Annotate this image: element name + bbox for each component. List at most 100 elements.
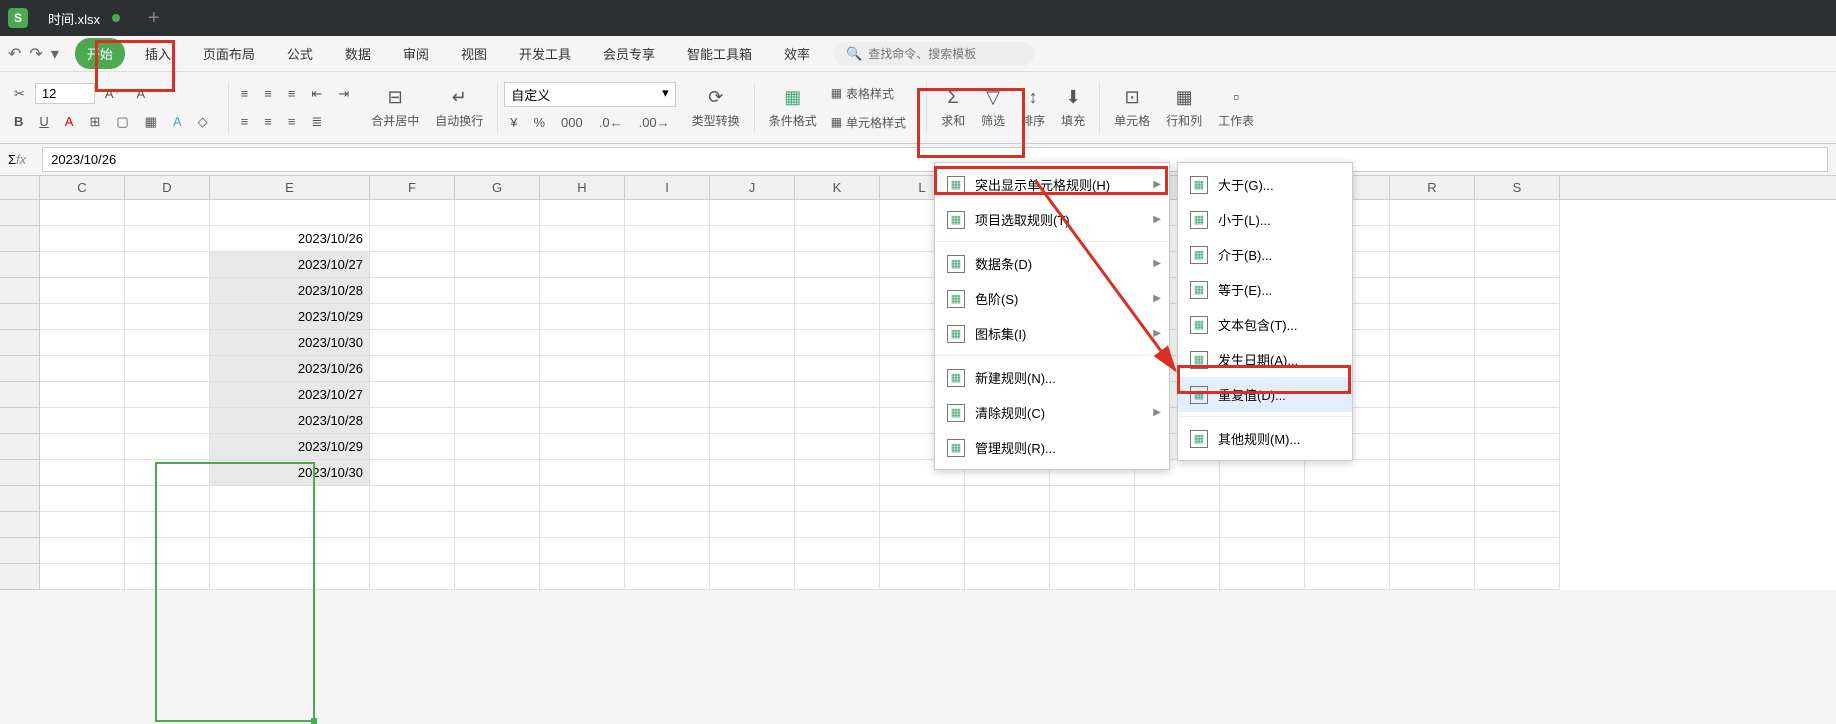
cell[interactable] bbox=[455, 304, 540, 330]
tab-layout[interactable]: 页面布局 bbox=[191, 38, 267, 69]
col-header[interactable]: E bbox=[210, 176, 370, 199]
cell[interactable] bbox=[1050, 564, 1135, 590]
cell[interactable] bbox=[1220, 460, 1305, 486]
cell[interactable]: 2023/10/29 bbox=[210, 304, 370, 330]
cell[interactable] bbox=[1135, 538, 1220, 564]
cell[interactable] bbox=[540, 252, 625, 278]
format-painter-icon[interactable]: ✂ bbox=[8, 82, 31, 106]
row-header[interactable] bbox=[0, 434, 40, 460]
cell[interactable] bbox=[40, 408, 125, 434]
cell[interactable] bbox=[210, 486, 370, 512]
currency-button[interactable]: ¥ bbox=[504, 111, 523, 134]
percent-button[interactable]: % bbox=[527, 111, 551, 134]
cell[interactable] bbox=[795, 538, 880, 564]
cell[interactable] bbox=[540, 486, 625, 512]
cell[interactable] bbox=[1390, 252, 1475, 278]
cell[interactable] bbox=[710, 252, 795, 278]
cell[interactable] bbox=[125, 538, 210, 564]
align-top-button[interactable]: ≡ bbox=[235, 82, 255, 105]
filter-button[interactable]: ▽筛选 bbox=[973, 83, 1013, 133]
autosum-button[interactable]: Σ求和 bbox=[933, 83, 973, 133]
cell[interactable] bbox=[1135, 512, 1220, 538]
cell[interactable] bbox=[455, 200, 540, 226]
cell[interactable] bbox=[625, 434, 710, 460]
cell[interactable] bbox=[795, 408, 880, 434]
tab-view[interactable]: 视图 bbox=[449, 38, 499, 69]
cell[interactable] bbox=[710, 434, 795, 460]
cell[interactable] bbox=[1475, 252, 1560, 278]
menu-item[interactable]: ▦项目选取规则(T)▶ bbox=[935, 202, 1169, 237]
cell[interactable] bbox=[540, 434, 625, 460]
row-header[interactable] bbox=[0, 460, 40, 486]
menu-item[interactable]: ▦大于(G)... bbox=[1178, 167, 1352, 202]
col-header[interactable]: R bbox=[1390, 176, 1475, 199]
cell[interactable] bbox=[625, 382, 710, 408]
col-header[interactable]: F bbox=[370, 176, 455, 199]
menu-item[interactable]: ▦其他规则(M)... bbox=[1178, 421, 1352, 456]
search-input[interactable] bbox=[868, 47, 1022, 61]
cell[interactable] bbox=[370, 304, 455, 330]
sort-button[interactable]: ↕排序 bbox=[1013, 83, 1053, 133]
worksheet-button[interactable]: ▫工作表 bbox=[1210, 83, 1262, 133]
cell[interactable] bbox=[40, 330, 125, 356]
cell[interactable]: 2023/10/27 bbox=[210, 252, 370, 278]
cell[interactable] bbox=[1475, 564, 1560, 590]
cell[interactable]: 2023/10/26 bbox=[210, 356, 370, 382]
row-header[interactable] bbox=[0, 200, 40, 226]
cell[interactable] bbox=[40, 200, 125, 226]
cell[interactable] bbox=[370, 200, 455, 226]
search-box[interactable]: 🔍 bbox=[834, 42, 1034, 66]
cell[interactable] bbox=[1475, 200, 1560, 226]
cell[interactable] bbox=[125, 434, 210, 460]
cell[interactable] bbox=[710, 278, 795, 304]
cell[interactable] bbox=[370, 226, 455, 252]
cell[interactable] bbox=[710, 304, 795, 330]
cell[interactable] bbox=[710, 460, 795, 486]
cell[interactable] bbox=[125, 564, 210, 590]
cell[interactable] bbox=[1390, 200, 1475, 226]
cell[interactable] bbox=[455, 486, 540, 512]
tab-home[interactable]: 开始 bbox=[75, 38, 125, 69]
redo-button[interactable]: ↷ bbox=[29, 44, 42, 64]
cell[interactable] bbox=[125, 382, 210, 408]
row-header[interactable] bbox=[0, 382, 40, 408]
cell[interactable] bbox=[1390, 512, 1475, 538]
cell[interactable] bbox=[455, 564, 540, 590]
cell[interactable] bbox=[125, 304, 210, 330]
comma-button[interactable]: 000 bbox=[555, 111, 589, 134]
align-right-button[interactable]: ≡ bbox=[282, 110, 302, 133]
cell[interactable] bbox=[1475, 226, 1560, 252]
cell[interactable] bbox=[1475, 278, 1560, 304]
cell[interactable] bbox=[210, 200, 370, 226]
row-header[interactable] bbox=[0, 408, 40, 434]
cell[interactable] bbox=[455, 382, 540, 408]
cell[interactable] bbox=[210, 538, 370, 564]
cell[interactable] bbox=[40, 538, 125, 564]
cell[interactable] bbox=[1305, 564, 1390, 590]
cell[interactable] bbox=[540, 356, 625, 382]
number-format-select[interactable]: 自定义▾ bbox=[504, 82, 675, 107]
cell[interactable]: 2023/10/30 bbox=[210, 330, 370, 356]
row-header[interactable] bbox=[0, 538, 40, 564]
cell[interactable] bbox=[795, 330, 880, 356]
col-header[interactable]: C bbox=[40, 176, 125, 199]
cell[interactable] bbox=[795, 486, 880, 512]
col-header[interactable]: S bbox=[1475, 176, 1560, 199]
cell[interactable] bbox=[1390, 382, 1475, 408]
cell[interactable] bbox=[40, 564, 125, 590]
menu-item[interactable]: ▦图标集(I)▶ bbox=[935, 316, 1169, 351]
cell[interactable] bbox=[1390, 434, 1475, 460]
cell[interactable] bbox=[880, 512, 965, 538]
font-decrease-button[interactable]: A⁻ bbox=[130, 82, 158, 106]
cell[interactable] bbox=[540, 564, 625, 590]
cell[interactable] bbox=[795, 252, 880, 278]
row-header[interactable] bbox=[0, 564, 40, 590]
cell[interactable] bbox=[625, 512, 710, 538]
cell[interactable] bbox=[795, 434, 880, 460]
cell[interactable] bbox=[795, 564, 880, 590]
row-header[interactable] bbox=[0, 278, 40, 304]
indent-increase-button[interactable]: ⇥ bbox=[332, 82, 355, 106]
row-header[interactable] bbox=[0, 252, 40, 278]
cell[interactable] bbox=[1390, 408, 1475, 434]
cell[interactable] bbox=[455, 330, 540, 356]
